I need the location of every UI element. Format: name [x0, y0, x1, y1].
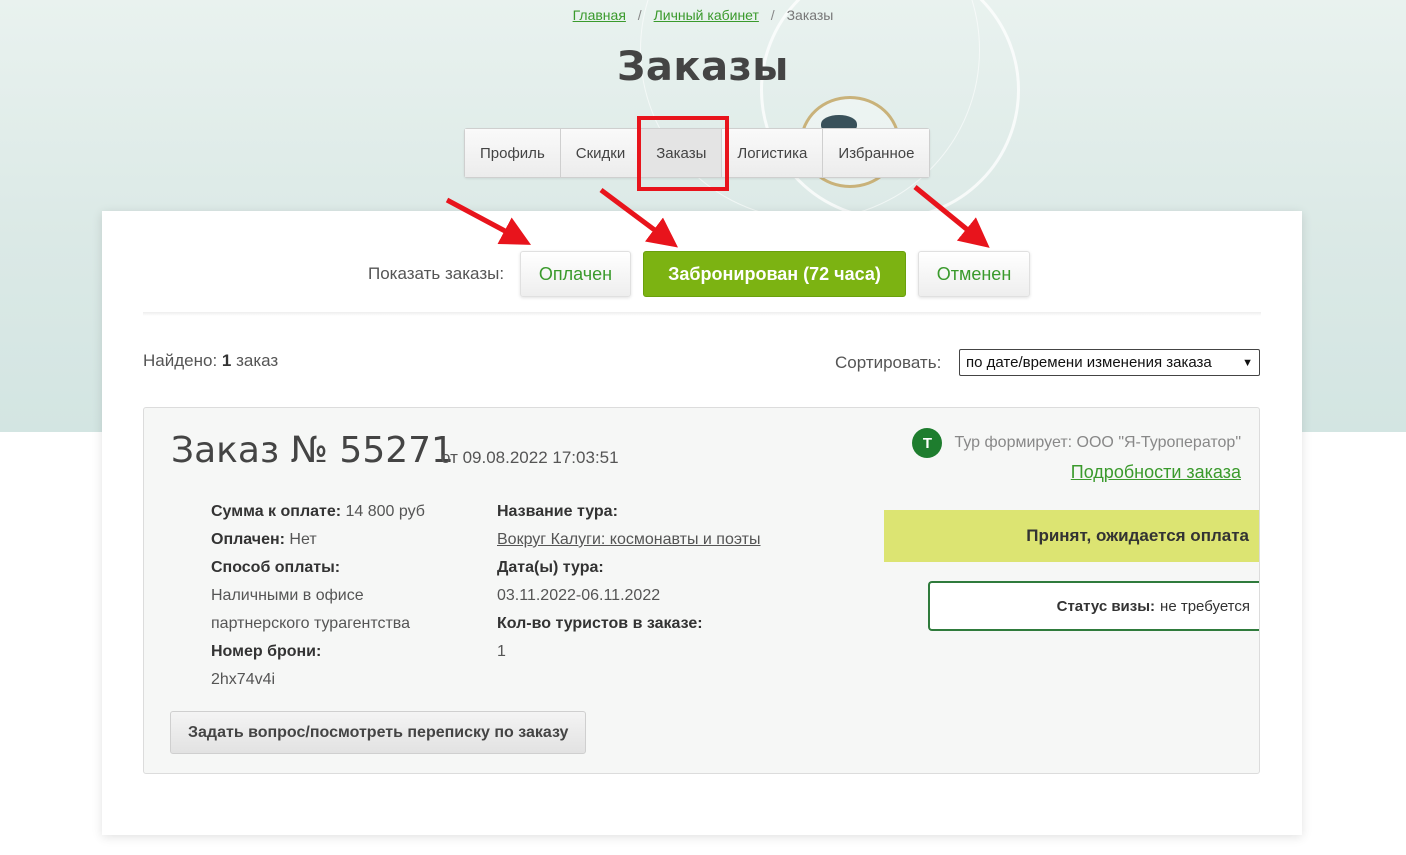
sort-select[interactable]: по дате/времени изменения заказа ▼ — [959, 349, 1260, 376]
filter-paid-button[interactable]: Оплачен — [520, 251, 631, 297]
paid-label: Оплачен: — [211, 531, 285, 548]
filter-booked-button[interactable]: Забронирован (72 часа) — [643, 251, 906, 297]
tab-discounts[interactable]: Скидки — [560, 129, 642, 177]
breadcrumb-current: Заказы — [786, 7, 834, 23]
breadcrumb-account-link[interactable]: Личный кабинет — [654, 7, 759, 23]
tour-dates-label: Дата(ы) тура: — [497, 559, 604, 576]
tourists-count-label: Кол-во туристов в заказе: — [497, 615, 703, 632]
amount-label: Сумма к оплате: — [211, 503, 342, 520]
booking-number-label: Номер брони: — [211, 643, 322, 660]
payment-method-line1: Наличными в офисе — [211, 587, 364, 604]
tab-favorites[interactable]: Избранное — [823, 129, 930, 177]
filter-label: Показать заказы: — [368, 264, 505, 283]
found-label: Найдено: — [143, 351, 218, 370]
order-title: Заказ № 55271 — [171, 430, 454, 471]
chevron-down-icon: ▼ — [1242, 356, 1253, 369]
order-tour-info: Название тура: Вокруг Калуги: космонавты… — [497, 498, 761, 666]
breadcrumb-separator: / — [770, 7, 775, 23]
payment-method-line2: партнерского турагентства — [211, 615, 411, 632]
divider — [143, 312, 1261, 316]
order-filter-row: Показать заказы: Оплачен Забронирован (7… — [102, 251, 1302, 301]
tour-dates-value: 03.11.2022-06.11.2022 — [497, 587, 661, 604]
annotation-highlight-box — [637, 116, 729, 191]
payment-method-label: Способ оплаты: — [211, 559, 341, 576]
filter-cancelled-button[interactable]: Отменен — [918, 251, 1030, 297]
tour-name-link[interactable]: Вокруг Калуги: космонавты и поэты — [497, 531, 761, 548]
visa-status-value: не требуется — [1160, 597, 1250, 615]
tab-logistics[interactable]: Логистика — [722, 129, 824, 177]
visa-status: Статус визы: не требуется — [928, 581, 1259, 631]
operator-badge-icon: Т — [912, 428, 943, 458]
breadcrumb: Главная / Личный кабинет / Заказы — [0, 7, 1406, 23]
found-count: 1 — [221, 351, 232, 370]
order-payment-info: Сумма к оплате: 14 800 руб Оплачен: Нет … — [211, 498, 425, 694]
sort-label: Сортировать: — [835, 353, 942, 372]
operator-text: Тур формирует: ООО "Я-Туроператор" — [954, 434, 1241, 451]
booking-number-value: 2hx74v4i — [211, 671, 276, 688]
found-unit: заказ — [236, 351, 279, 370]
order-details-link[interactable]: Подробности заказа — [1071, 462, 1241, 483]
orders-panel: Показать заказы: Оплачен Забронирован (7… — [102, 211, 1302, 835]
tourists-count-value: 1 — [497, 643, 506, 660]
amount-value: 14 800 руб — [345, 503, 425, 520]
tab-profile[interactable]: Профиль — [465, 129, 561, 177]
ask-question-button[interactable]: Задать вопрос/посмотреть переписку по за… — [170, 711, 587, 754]
visa-status-label: Статус визы: — [1056, 597, 1156, 615]
order-date: от 09.08.2022 17:03:51 — [441, 448, 619, 467]
results-count: Найдено: 1 заказ — [143, 351, 278, 371]
order-status-badge: Принят, ожидается оплата — [884, 510, 1259, 562]
breadcrumb-home-link[interactable]: Главная — [573, 7, 626, 23]
paid-value: Нет — [289, 531, 317, 548]
tour-operator: Т Тур формирует: ООО "Я-Туроператор" — [912, 428, 1241, 458]
order-card: Заказ № 55271 от 09.08.2022 17:03:51 Т Т… — [143, 407, 1260, 774]
sort-selected-value: по дате/времени изменения заказа — [966, 354, 1212, 371]
breadcrumb-separator: / — [637, 7, 642, 23]
page-title: Заказы — [617, 44, 789, 90]
tour-name-label: Название тура: — [497, 503, 618, 520]
